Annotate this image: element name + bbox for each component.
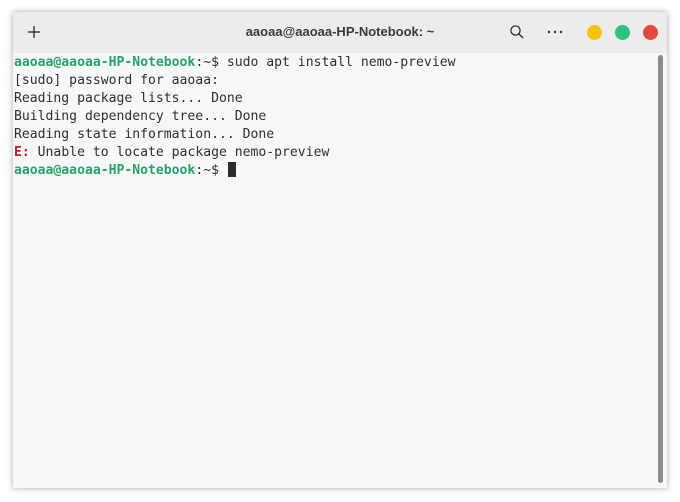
terminal-window: aaoaa@aaoaa-HP-Notebook: ~ aaoaa@aaoaa-H… (13, 12, 667, 488)
error-message: Unable to locate package nemo-preview (29, 145, 330, 160)
title-bar[interactable]: aaoaa@aaoaa-HP-Notebook: ~ (13, 12, 667, 53)
text-cursor (227, 162, 236, 177)
new-tab-button[interactable] (25, 23, 43, 41)
output-line: Reading package lists... Done (14, 91, 243, 106)
terminal-output[interactable]: aaoaa@aaoaa-HP-Notebook:~$ sudo apt inst… (13, 53, 653, 488)
maximize-button[interactable] (615, 25, 630, 40)
prompt-suffix: :~$ (195, 55, 227, 70)
search-icon (510, 25, 524, 39)
prompt-user: aaoaa@aaoaa-HP-Notebook (14, 163, 196, 178)
prompt-suffix: :~$ (195, 163, 227, 178)
error-line: E: Unable to locate package nemo-preview (13, 144, 653, 162)
plus-icon (28, 26, 40, 38)
scrollbar-thumb[interactable] (658, 55, 663, 483)
search-button[interactable] (509, 24, 525, 40)
window-title: aaoaa@aaoaa-HP-Notebook: ~ (245, 24, 435, 39)
output-line: Reading state information... Done (14, 127, 275, 142)
minimize-button[interactable] (587, 25, 602, 40)
more-horizontal-icon (547, 30, 563, 34)
command-text: sudo apt install nemo-preview (226, 55, 456, 70)
prompt-line: aaoaa@aaoaa-HP-Notebook:~$ (13, 162, 653, 180)
close-button[interactable] (643, 25, 658, 40)
menu-button[interactable] (545, 24, 565, 40)
scrollbar[interactable] (656, 55, 664, 485)
command-line: aaoaa@aaoaa-HP-Notebook:~$ sudo apt inst… (13, 54, 653, 72)
output-line: [sudo] password for aaoaa: (14, 73, 219, 88)
prompt-user: aaoaa@aaoaa-HP-Notebook (14, 55, 196, 70)
error-prefix: E: (14, 145, 30, 160)
output-line: Building dependency tree... Done (14, 109, 267, 124)
